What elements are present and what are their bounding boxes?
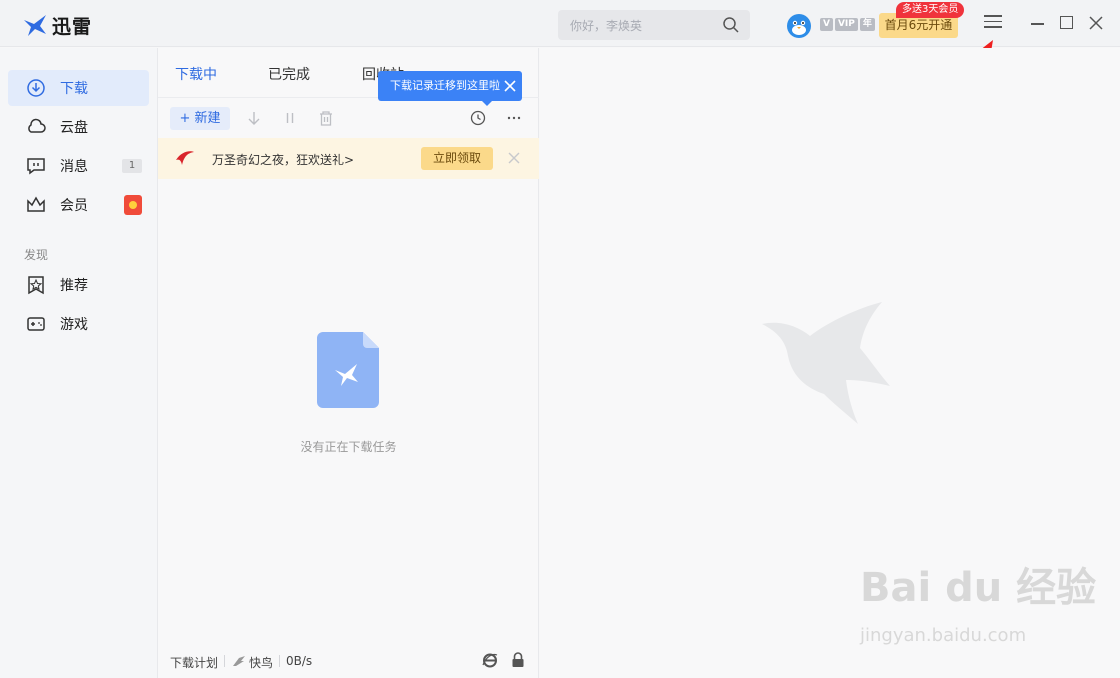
new-task-label: 新建	[194, 111, 221, 126]
sidebar-item-member[interactable]: 会员	[8, 187, 149, 223]
vip-year-label: 年	[859, 18, 875, 31]
airline-logo-icon	[176, 151, 194, 165]
trash-icon[interactable]	[318, 110, 334, 126]
divider	[224, 655, 225, 667]
banner-text[interactable]: 万圣奇幻之夜，狂欢送礼>	[212, 151, 354, 168]
sidebar-item-messages[interactable]: 消息 1	[8, 148, 149, 184]
tab-completed[interactable]: 已完成	[268, 64, 310, 84]
sidebar-item-label: 会员	[60, 198, 88, 214]
red-packet-icon[interactable]	[124, 195, 142, 215]
banner-close-icon[interactable]	[508, 152, 520, 164]
download-plan-link[interactable]: 下载计划	[170, 654, 218, 671]
download-panel: 下载中 已完成 回收站 + 新建 下载记录迁移到这里啦	[158, 48, 539, 678]
message-count-badge: 1	[122, 159, 142, 173]
sidebar-item-label: 云盘	[60, 120, 88, 136]
search-icon[interactable]	[722, 16, 740, 34]
download-icon	[27, 79, 45, 97]
tooltip-text: 下载记录迁移到这里啦	[390, 79, 500, 92]
watermark-url: jingyan.baidu.com	[860, 625, 1027, 646]
sidebar-item-games[interactable]: 游戏	[8, 306, 149, 342]
menu-icon-line	[984, 20, 1002, 22]
download-speed: 0B/s	[286, 654, 313, 668]
sidebar-item-label: 推荐	[60, 278, 88, 294]
app-title: 迅雷	[52, 16, 93, 38]
vip-badge[interactable]: V VIP 年	[820, 18, 875, 31]
vip-icon: V	[820, 18, 833, 31]
promo-banner: 万圣奇幻之夜，狂欢送礼> 立即领取	[158, 138, 539, 179]
discover-section-label: 发现	[24, 248, 49, 262]
sidebar-item-label: 消息	[60, 159, 88, 175]
fast-bird-icon	[233, 656, 245, 666]
menu-icon-line	[984, 15, 1002, 17]
lock-icon[interactable]	[511, 652, 525, 668]
minimize-button[interactable]	[1031, 16, 1045, 30]
empty-state-text: 没有正在下载任务	[300, 440, 397, 454]
cloud-icon	[28, 118, 46, 133]
vip-label: VIP	[834, 18, 858, 31]
more-icon[interactable]	[506, 110, 522, 126]
claim-now-button[interactable]: 立即领取	[421, 147, 493, 170]
search-placeholder: 你好，李焕英	[570, 19, 643, 33]
sidebar: 下载 云盘 消息 1 会员 发现 推荐 游戏	[0, 48, 158, 678]
status-footer: 下载计划 快鸟 0B/s	[158, 648, 539, 678]
tab-downloading[interactable]: 下载中	[175, 64, 217, 84]
migration-tooltip: 下载记录迁移到这里啦	[378, 71, 522, 106]
thunder-bird-watermark-icon	[762, 302, 890, 424]
sidebar-item-label: 游戏	[60, 317, 88, 333]
gamepad-icon	[27, 317, 45, 331]
pause-icon[interactable]	[282, 110, 298, 126]
message-icon	[27, 158, 45, 175]
start-download-icon[interactable]	[246, 110, 262, 126]
new-task-button[interactable]: + 新建	[170, 107, 230, 130]
sidebar-item-label: 下载	[60, 81, 88, 97]
avatar[interactable]	[785, 11, 813, 39]
plus-icon: +	[179, 111, 191, 126]
star-icon	[28, 276, 44, 295]
divider	[279, 655, 280, 667]
sidebar-item-recommend[interactable]: 推荐	[8, 267, 149, 303]
menu-icon-line	[984, 26, 1002, 28]
tooltip-close-icon[interactable]	[504, 80, 516, 92]
maximize-button[interactable]	[1060, 16, 1073, 29]
watermark-brand: Bai du 经验	[860, 565, 1097, 611]
sidebar-item-cloud[interactable]: 云盘	[8, 109, 149, 145]
browser-icon[interactable]	[482, 652, 498, 668]
history-clock-icon[interactable]	[470, 110, 486, 126]
empty-file-icon	[317, 332, 379, 408]
minimize-icon	[1031, 23, 1044, 25]
crown-icon	[27, 196, 45, 212]
thunder-bird-icon	[24, 14, 46, 36]
menu-button[interactable]	[984, 15, 1002, 31]
promo-badge: 多送3天会员	[896, 2, 965, 18]
sidebar-item-download[interactable]: 下载	[8, 70, 149, 106]
fast-bird-link[interactable]: 快鸟	[249, 654, 273, 671]
app-logo: 迅雷	[22, 12, 92, 39]
close-window-button[interactable]	[1089, 16, 1103, 30]
search-input[interactable]: 你好，李焕英	[558, 10, 750, 40]
